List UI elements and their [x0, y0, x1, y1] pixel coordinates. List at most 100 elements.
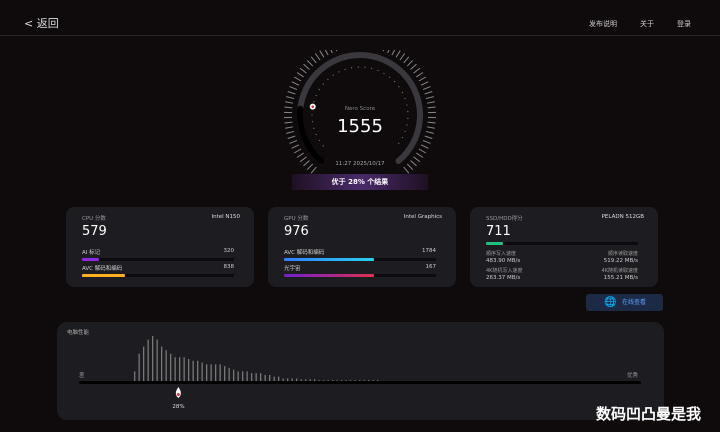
distribution-bar [170, 353, 172, 382]
distribution-bar [255, 373, 257, 382]
distribution-bar [174, 357, 176, 382]
gauge-tick [426, 126, 435, 129]
gpu-score: 976 [284, 224, 309, 239]
gauge-tick [416, 72, 424, 78]
gpu-item-bar [284, 258, 436, 261]
gauge-dot [327, 78, 329, 80]
distribution-bar [219, 364, 221, 382]
gpu-item-value: 167 [425, 264, 437, 270]
performance-scale [79, 381, 641, 384]
ssd-device: PELADN 512GB [601, 214, 644, 220]
distribution-bar [183, 357, 185, 382]
gauge-dot [393, 81, 396, 83]
distribution-bar [138, 353, 140, 382]
distribution-bar [260, 373, 262, 382]
gauge-tick [284, 121, 293, 124]
watermark: 数码凹凸曼是我 [596, 405, 702, 423]
gauge-tick [422, 86, 431, 90]
gauge-tick [310, 166, 317, 174]
ssd-card: SSD/HDD得分 PELADN 512GB 711 顺序写入速度 483.90… [470, 207, 658, 287]
distribution-bar [156, 339, 158, 382]
gauge-dot [338, 71, 340, 73]
gauge-dot [322, 83, 324, 85]
gpu-item-label: 光宇宙 [284, 266, 301, 272]
distribution-bar [152, 336, 154, 382]
gauge-tick [287, 91, 296, 95]
gauge-tick [427, 106, 436, 109]
gauge-tick [416, 152, 424, 158]
gauge-tick [296, 152, 304, 158]
gauge-tick [410, 63, 417, 70]
distribution-bar [192, 360, 194, 382]
distribution-bar [215, 364, 217, 382]
distribution-bar [224, 366, 226, 382]
gauge-tick [420, 81, 429, 86]
gauge-tick [395, 50, 401, 58]
gauge-dot [357, 66, 359, 68]
gauge-tick [310, 56, 317, 64]
gpu-item-value: 1784 [422, 248, 436, 254]
distribution-bar [197, 360, 199, 382]
distribution-bar [251, 373, 253, 382]
distribution-bar [179, 357, 181, 382]
gauge-dot [313, 101, 315, 103]
gpu-item-fill [284, 258, 374, 261]
gauge-tick [425, 130, 434, 134]
cpu-item-label: AVC 解码和编码 [82, 266, 123, 272]
gauge-tick [324, 50, 329, 56]
cpu-device: Intel N150 [211, 214, 240, 220]
view-online-button[interactable]: 🌐 在线查看 [586, 294, 663, 311]
gauge-tick [382, 50, 385, 52]
gauge-tick [403, 166, 410, 174]
view-online-label: 在线查看 [622, 299, 647, 306]
nav-about[interactable]: 关于 [640, 19, 654, 29]
distribution-bar [165, 350, 167, 382]
gauge-tick [418, 76, 427, 82]
gauge-tick [293, 148, 302, 154]
gauge-tick [289, 86, 298, 90]
rand-write-label: 4K随机写入速度 [486, 268, 523, 274]
globe-icon: 🌐 [604, 297, 617, 308]
gauge-tick [291, 144, 300, 149]
gauge-tick [284, 106, 293, 109]
gauge-tick [319, 50, 325, 58]
cpu-item-value: 320 [223, 248, 235, 254]
distribution-bar [242, 371, 244, 382]
cpu-item-bar [82, 274, 234, 277]
performance-distribution [79, 336, 641, 398]
gauge-label: Nero Score [344, 106, 376, 112]
cpu-item-value: 838 [223, 264, 235, 270]
gauge-tick [289, 140, 298, 144]
distribution-bar [246, 371, 248, 382]
gauge-tick [425, 96, 434, 100]
back-button[interactable]: < 返回 [24, 15, 59, 31]
gauge-dot [401, 136, 403, 139]
gpu-title: GPU 分数 [284, 216, 309, 222]
gauge-tick [293, 76, 302, 82]
ssd-title: SSD/HDD得分 [486, 216, 523, 222]
nav-release-notes[interactable]: 发布说明 [589, 19, 617, 29]
cpu-title: CPU 分数 [82, 216, 106, 222]
gauge-tick [427, 121, 436, 124]
distribution-bar [237, 371, 239, 382]
nav-login[interactable]: 登录 [677, 19, 691, 29]
seq-write-label: 顺序写入速度 [486, 251, 517, 257]
gauge-tick [413, 67, 421, 74]
rand-read-value: 155.21 MB/s [603, 275, 638, 281]
distribution-bar [161, 346, 163, 382]
ssd-fill [486, 242, 503, 245]
marker-dot [176, 393, 180, 396]
gpu-item-bar [284, 274, 436, 277]
gauge-dot [318, 88, 320, 91]
gauge-tick [285, 126, 294, 129]
gauge-tick [286, 130, 295, 134]
gpu-card: GPU 分数 Intel Graphics 976 AVC 解码和编码 1784… [268, 207, 456, 287]
gauge-tick [422, 140, 431, 144]
percentile-banner: 优于 28% 个结果 [292, 174, 428, 190]
total-score: 1555 [337, 116, 383, 137]
marker-label: 28% [172, 404, 185, 410]
distribution-bar [206, 364, 208, 382]
gauge-tick [387, 50, 390, 54]
gauge-tick [306, 59, 314, 67]
gauge-dot [404, 97, 406, 100]
